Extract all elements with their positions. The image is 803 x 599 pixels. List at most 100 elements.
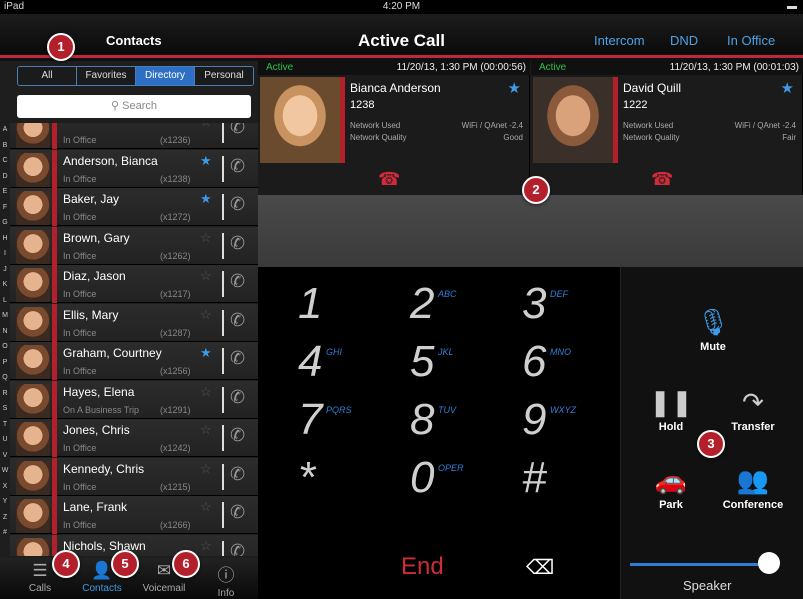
mute-button[interactable]: 🎙 Mute (673, 307, 753, 353)
favorite-star-icon[interactable]: ☆ (200, 422, 212, 438)
filter-directory[interactable]: Directory (136, 67, 195, 85)
keypad-key[interactable]: 4 GHI (268, 333, 378, 393)
alphabet-letter[interactable]: J (0, 263, 10, 279)
alphabet-letter[interactable]: L (0, 294, 10, 310)
favorite-star-icon[interactable]: ☆ (200, 461, 212, 477)
alphabet-letter[interactable]: # (0, 526, 10, 542)
keypad-key[interactable]: 1 (268, 275, 378, 335)
keypad-key[interactable]: 8 TUV (380, 391, 490, 451)
alphabet-letter[interactable]: T (0, 418, 10, 434)
slider-knob[interactable] (758, 552, 780, 574)
favorite-star-icon[interactable]: ☆ (200, 123, 212, 130)
alphabet-letter[interactable]: F (0, 201, 10, 217)
alphabet-letter[interactable]: U (0, 433, 10, 449)
alphabet-letter[interactable]: K (0, 278, 10, 294)
favorite-star-icon[interactable]: ★ (781, 79, 794, 97)
phone-icon[interactable]: ✆ (230, 310, 245, 331)
keypad-key[interactable]: 5 JKL (380, 333, 490, 393)
alphabet-letter[interactable]: M (0, 309, 10, 325)
alphabet-letter[interactable]: G (0, 216, 10, 232)
phone-icon[interactable]: ✆ (230, 156, 245, 177)
contact-row[interactable]: Graham, Courtney In Office (x1256) ★ ✆ (10, 342, 258, 380)
phone-icon[interactable]: ✆ (230, 123, 245, 138)
alphabet-letter[interactable]: S (0, 402, 10, 418)
end-call-button[interactable]: End (401, 553, 444, 581)
alphabet-letter[interactable]: W (0, 464, 10, 480)
contact-row[interactable]: Baker, Jay In Office (x1272) ★ ✆ (10, 188, 258, 226)
intercom-button[interactable]: Intercom (594, 33, 645, 48)
phone-icon[interactable]: ✆ (230, 348, 245, 369)
hangup-icon[interactable]: ☎ (651, 169, 673, 190)
phone-icon[interactable]: ✆ (230, 502, 245, 523)
favorite-star-icon[interactable]: ☆ (200, 230, 212, 246)
contact-list[interactable]: In Office (x1236) ☆ ✆ Anderson, Bianca In Off… (10, 123, 258, 556)
alphabet-letter[interactable]: P (0, 356, 10, 372)
keypad-key[interactable]: 2 ABC (380, 275, 490, 335)
transfer-button[interactable]: ↷ Transfer (713, 387, 793, 433)
keypad-key[interactable]: * (268, 449, 378, 509)
keypad-key[interactable]: # (492, 449, 602, 509)
speaker-volume-slider[interactable] (630, 563, 770, 566)
contact-row[interactable]: Lane, Frank In Office (x1266) ☆ ✆ (10, 496, 258, 534)
alphabet-letter[interactable]: Z (0, 511, 10, 527)
favorite-star-icon[interactable]: ★ (200, 345, 212, 361)
favorite-star-icon[interactable]: ☆ (200, 307, 212, 323)
alphabet-letter[interactable]: N (0, 325, 10, 341)
favorite-star-icon[interactable]: ★ (508, 79, 521, 97)
call-card[interactable]: Active 11/20/13, 1:30 PM (00:00:56) Bianc… (258, 61, 530, 195)
presence-button[interactable]: In Office (727, 33, 775, 48)
contact-row[interactable]: Diaz, Jason In Office (x1217) ☆ ✆ (10, 265, 258, 303)
filter-favorites[interactable]: Favorites (77, 67, 136, 85)
call-card[interactable]: Active 11/20/13, 1:30 PM (00:01:03) David… (531, 61, 803, 195)
alphabet-index[interactable]: A B C D E F G H I J K L M N O P Q R S T U V W X Y Z # (0, 123, 10, 553)
favorite-star-icon[interactable]: ★ (200, 153, 212, 169)
favorite-star-icon[interactable]: ☆ (200, 268, 212, 284)
contact-row[interactable]: Jones, Chris In Office (x1242) ☆ ✆ (10, 419, 258, 457)
favorite-star-icon[interactable]: ☆ (200, 538, 212, 554)
phone-icon[interactable]: ✆ (230, 387, 245, 408)
phone-icon[interactable]: ✆ (230, 541, 245, 557)
alphabet-letter[interactable]: E (0, 185, 10, 201)
contact-row[interactable]: In Office (x1236) ☆ ✆ (10, 123, 258, 149)
keypad-key[interactable]: 3 DEF (492, 275, 602, 335)
hangup-icon[interactable]: ☎ (378, 169, 400, 190)
favorite-star-icon[interactable]: ☆ (200, 384, 212, 400)
alphabet-letter[interactable]: R (0, 387, 10, 403)
favorite-star-icon[interactable]: ★ (200, 191, 212, 207)
alphabet-letter[interactable]: A (0, 123, 10, 139)
phone-icon[interactable]: ✆ (230, 464, 245, 485)
alphabet-letter[interactable]: I (0, 247, 10, 263)
dnd-button[interactable]: DND (670, 33, 698, 48)
contact-row[interactable]: Brown, Gary In Office (x1262) ☆ ✆ (10, 226, 258, 265)
phone-icon[interactable]: ✆ (230, 233, 245, 254)
alphabet-letter[interactable]: B (0, 139, 10, 155)
hold-button[interactable]: ❚❚ Hold (631, 387, 711, 433)
alphabet-letter[interactable]: Y (0, 495, 10, 511)
contact-row[interactable]: Hayes, Elena On A Business Trip (x1291) ☆ ✆ (10, 380, 258, 419)
keypad-key[interactable]: 7 PQRS (268, 391, 378, 451)
phone-icon[interactable]: ✆ (230, 271, 245, 292)
keypad-key[interactable]: 0 OPER (380, 449, 490, 509)
tab-info[interactable]: ⓘ Info (194, 558, 258, 599)
contact-row[interactable]: Ellis, Mary In Office (x1287) ☆ ✆ (10, 303, 258, 342)
search-input[interactable]: ⚲ Search (17, 95, 251, 118)
contact-row[interactable]: Anderson, Bianca In Office (x1238) ★ ✆ (10, 149, 258, 188)
backspace-icon[interactable]: ⌫ (526, 555, 554, 580)
conference-button[interactable]: 👥 Conference (713, 465, 793, 511)
phone-icon[interactable]: ✆ (230, 425, 245, 446)
keypad-key[interactable]: 6 MNO (492, 333, 602, 393)
park-button[interactable]: 🚗 Park (631, 465, 711, 511)
alphabet-letter[interactable]: X (0, 480, 10, 496)
alphabet-letter[interactable]: V (0, 449, 10, 465)
keypad-key[interactable]: 9 WXYZ (492, 391, 602, 451)
alphabet-letter[interactable]: H (0, 232, 10, 248)
phone-icon[interactable]: ✆ (230, 194, 245, 215)
alphabet-letter[interactable]: C (0, 154, 10, 170)
favorite-star-icon[interactable]: ☆ (200, 499, 212, 515)
filter-all[interactable]: All (18, 67, 77, 85)
contact-row[interactable]: Kennedy, Chris In Office (x1215) ☆ ✆ (10, 457, 258, 496)
filter-personal[interactable]: Personal (195, 67, 253, 85)
alphabet-letter[interactable]: D (0, 170, 10, 186)
alphabet-letter[interactable]: Q (0, 371, 10, 387)
alphabet-letter[interactable]: O (0, 340, 10, 356)
